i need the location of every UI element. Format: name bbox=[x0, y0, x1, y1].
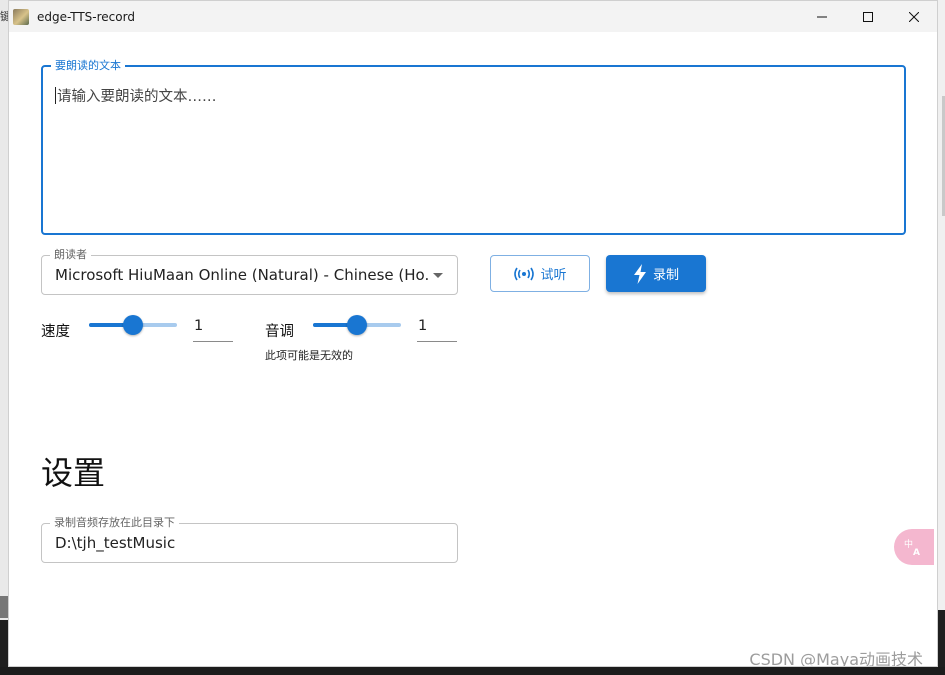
close-button[interactable] bbox=[891, 1, 937, 32]
minimize-button[interactable] bbox=[799, 1, 845, 32]
text-to-read-field[interactable]: 要朗读的文本 请输入要朗读的文本…… bbox=[41, 59, 906, 235]
window-controls bbox=[799, 1, 937, 32]
broadcast-icon bbox=[514, 267, 535, 280]
desktop-background-right bbox=[937, 0, 945, 610]
text-to-read-label: 要朗读的文本 bbox=[51, 59, 125, 73]
speed-input[interactable]: 1 bbox=[193, 318, 233, 342]
output-directory-value: D:\tjh_testMusic bbox=[55, 534, 176, 552]
text-to-read-input[interactable]: 请输入要朗读的文本…… bbox=[55, 85, 217, 106]
app-window: edge-TTS-record 要朗读的文本 请输入要朗读的文本…… 朗读者 M… bbox=[8, 0, 938, 667]
preview-button-label: 试听 bbox=[540, 268, 567, 283]
voice-select-value: Microsoft HiuMaan Online (Natural) - Chi… bbox=[55, 266, 430, 284]
text-caret bbox=[55, 87, 56, 104]
maximize-button[interactable] bbox=[845, 1, 891, 32]
close-icon bbox=[909, 11, 919, 22]
minimize-icon bbox=[817, 16, 827, 17]
pitch-label: 音调 bbox=[265, 324, 294, 340]
pitch-helper-text: 此项可能是无效的 bbox=[265, 349, 353, 362]
window-title: edge-TTS-record bbox=[37, 9, 135, 24]
translate-button[interactable]: 中 A bbox=[894, 529, 934, 565]
csdn-watermark: CSDN @Maya动画技术 bbox=[749, 650, 923, 667]
app-icon bbox=[13, 8, 29, 25]
output-directory-field[interactable]: 录制音频存放在此目录下 D:\tjh_testMusic bbox=[41, 516, 458, 563]
desktop-background-left: 键 bbox=[0, 0, 11, 620]
speed-slider-thumb[interactable] bbox=[123, 315, 143, 335]
record-button[interactable]: 录制 bbox=[606, 255, 706, 292]
speed-slider[interactable] bbox=[89, 315, 177, 335]
preview-button[interactable]: 试听 bbox=[490, 255, 590, 292]
voice-select[interactable]: 朗读者 Microsoft HiuMaan Online (Natural) -… bbox=[41, 248, 458, 295]
pitch-input[interactable]: 1 bbox=[417, 318, 457, 342]
bolt-icon bbox=[633, 263, 646, 284]
desktop-background-bottom-left bbox=[0, 596, 8, 618]
output-directory-label: 录制音频存放在此目录下 bbox=[50, 516, 179, 530]
pitch-slider-thumb[interactable] bbox=[347, 315, 367, 335]
record-button-label: 录制 bbox=[652, 268, 679, 283]
text-to-read-placeholder: 请输入要朗读的文本…… bbox=[57, 89, 217, 105]
taskbar-edge bbox=[0, 667, 945, 675]
speed-label: 速度 bbox=[41, 324, 70, 340]
translate-icon-glyph-b: A bbox=[913, 548, 920, 556]
translate-icon: 中 A bbox=[904, 538, 920, 556]
pitch-slider[interactable] bbox=[313, 315, 401, 335]
voice-select-label: 朗读者 bbox=[50, 248, 91, 262]
dropdown-arrow-icon[interactable] bbox=[433, 273, 443, 278]
maximize-icon bbox=[863, 11, 873, 22]
title-bar[interactable]: edge-TTS-record bbox=[9, 1, 937, 32]
settings-heading: 设置 bbox=[41, 454, 106, 492]
translate-icon-glyph-a: 中 bbox=[904, 538, 913, 550]
